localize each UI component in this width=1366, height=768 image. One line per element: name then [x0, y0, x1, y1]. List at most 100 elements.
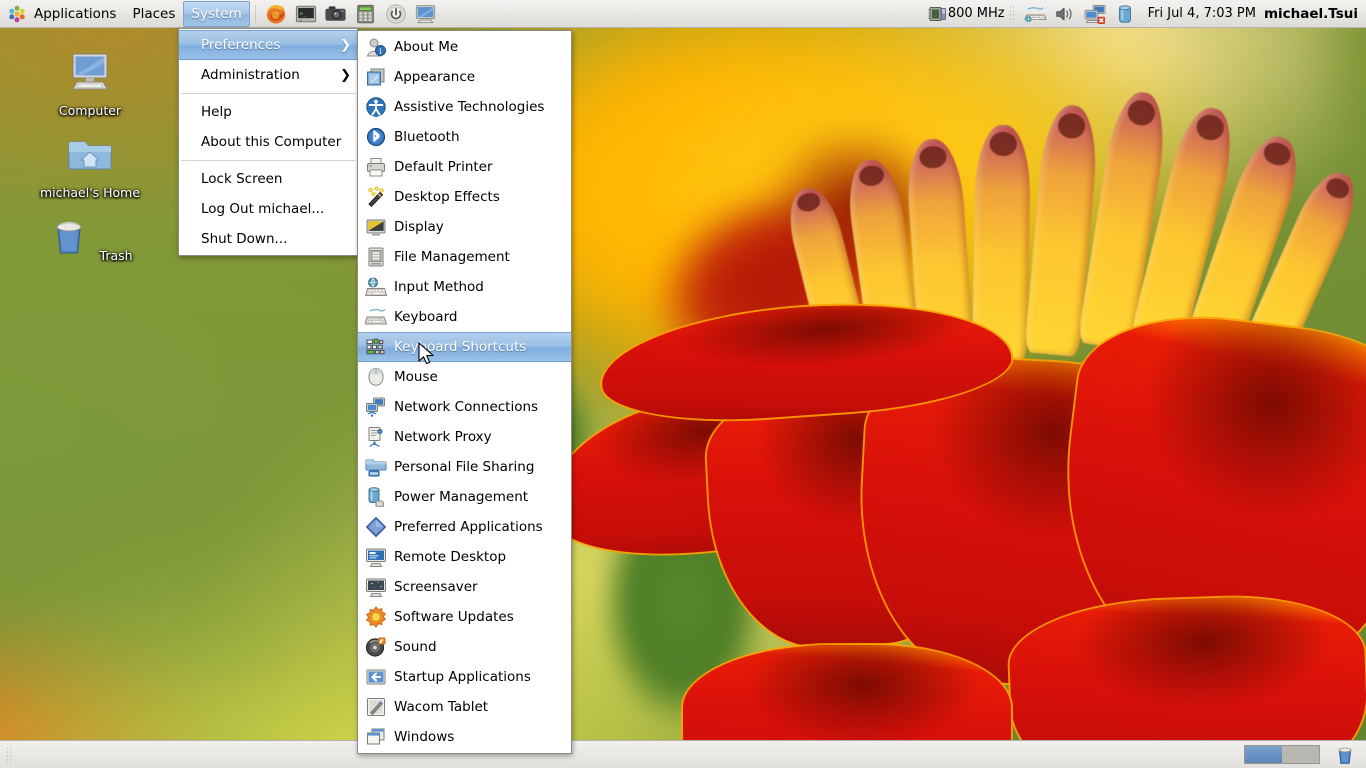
firefox-launcher[interactable] [261, 1, 291, 27]
prefs-item-label: Bluetooth [394, 129, 565, 145]
menu-item-about-this-computer[interactable]: About this Computer [179, 127, 357, 157]
display-icon [364, 215, 388, 239]
menu-item-log-out[interactable]: Log Out michael... [179, 194, 357, 224]
user-menu[interactable]: michael.Tsui [1264, 6, 1366, 22]
prefs-item-label: Network Connections [394, 399, 565, 415]
tray-grip[interactable] [1009, 5, 1016, 23]
menu-separator [181, 160, 355, 161]
screensaver-icon [364, 575, 388, 599]
power-icon [385, 3, 407, 25]
cpu-frequency-label[interactable]: 800 MHz [948, 6, 1005, 21]
cpu-frequency-icon [928, 5, 948, 23]
menu-item-label: Help [201, 104, 351, 120]
prefs-item-startup-applications[interactable]: Startup Applications [358, 662, 571, 692]
clock[interactable]: Fri Jul 4, 7:03 PM [1140, 6, 1264, 21]
prefs-item-display[interactable]: Display [358, 212, 571, 242]
mouse-icon [364, 365, 388, 389]
bottom-panel-grip[interactable] [6, 746, 13, 764]
menu-item-label: Lock Screen [201, 171, 351, 187]
volume-indicator[interactable] [1050, 1, 1080, 27]
menu-item-label: Preferences [201, 37, 330, 53]
desktop-screen: Computer michael's Home Trash [0, 0, 1366, 768]
prefs-item-sound[interactable]: Sound [358, 632, 571, 662]
menu-places[interactable]: Places [124, 1, 183, 27]
screenshot-launcher[interactable] [321, 1, 351, 27]
sound-icon [364, 635, 388, 659]
prefs-item-file-management[interactable]: File Management [358, 242, 571, 272]
prefs-item-power-management[interactable]: Power Management [358, 482, 571, 512]
applications-icon [8, 5, 26, 23]
prefs-item-network-proxy[interactable]: Network Proxy [358, 422, 571, 452]
menu-item-administration[interactable]: Administration ❯ [179, 60, 357, 90]
desktop-icon-trash[interactable]: Trash [35, 212, 145, 264]
system-menu[interactable]: Preferences ❯ Administration ❯ Help Abou… [178, 28, 358, 256]
prefs-item-label: About Me [394, 39, 565, 55]
prefs-item-label: Keyboard Shortcuts [394, 339, 565, 355]
prefs-item-assistive-technologies[interactable]: Assistive Technologies [358, 92, 571, 122]
speaker-icon [1054, 4, 1076, 24]
workspace-switcher[interactable] [1244, 745, 1320, 764]
battery-indicator[interactable] [1110, 1, 1140, 27]
prefs-item-label: Windows [394, 729, 565, 745]
windows-icon [364, 725, 388, 749]
prefs-item-remote-desktop[interactable]: Remote Desktop [358, 542, 571, 572]
prefs-item-software-updates[interactable]: Software Updates [358, 602, 571, 632]
workspace-1[interactable] [1245, 746, 1282, 763]
prefs-item-default-printer[interactable]: Default Printer [358, 152, 571, 182]
trash-icon [45, 212, 93, 260]
prefs-item-wacom-tablet[interactable]: Wacom Tablet [358, 692, 571, 722]
prefs-item-label: Power Management [394, 489, 565, 505]
menu-item-help[interactable]: Help [179, 97, 357, 127]
prefs-item-keyboard[interactable]: Keyboard [358, 302, 571, 332]
prefs-item-personal-file-sharing[interactable]: Personal File Sharing [358, 452, 571, 482]
menu-item-preferences[interactable]: Preferences ❯ [179, 30, 357, 60]
file-sharing-icon [364, 455, 388, 479]
prefs-item-label: Input Method [394, 279, 565, 295]
prefs-item-appearance[interactable]: Appearance [358, 62, 571, 92]
menu-system[interactable]: System [183, 1, 249, 27]
prefs-item-bluetooth[interactable]: Bluetooth [358, 122, 571, 152]
desktop-icon-computer[interactable]: Computer [35, 48, 145, 119]
desktop-icon-label: michael's Home [38, 185, 142, 200]
calculator-launcher[interactable] [351, 1, 381, 27]
display-launcher[interactable] [411, 1, 441, 27]
software-updates-icon [364, 605, 388, 629]
prefs-item-network-connections[interactable]: Network Connections [358, 392, 571, 422]
desktop-icon-label: Computer [57, 103, 123, 118]
prefs-item-desktop-effects[interactable]: Desktop Effects [358, 182, 571, 212]
prefs-item-label: Appearance [394, 69, 565, 85]
prefs-item-preferred-applications[interactable]: Preferred Applications [358, 512, 571, 542]
appearance-icon [364, 65, 388, 89]
menu-item-shut-down[interactable]: Shut Down... [179, 224, 357, 254]
desktop-icon-home[interactable]: michael's Home [35, 130, 145, 201]
calculator-icon [355, 3, 376, 25]
network-connections-icon [364, 395, 388, 419]
file-manager-icon [364, 245, 388, 269]
network-disconnected-icon [1083, 4, 1107, 24]
prefs-item-label: Software Updates [394, 609, 565, 625]
prefs-item-mouse[interactable]: Mouse [358, 362, 571, 392]
prefs-item-keyboard-shortcuts[interactable]: Keyboard Shortcuts [358, 332, 571, 362]
menu-applications[interactable]: Applications [26, 1, 124, 27]
input-method-indicator[interactable] [1020, 1, 1050, 27]
shutdown-launcher[interactable] [381, 1, 411, 27]
trash-applet[interactable] [1330, 742, 1360, 768]
terminal-launcher[interactable]: >_ [291, 1, 321, 27]
workspace-2[interactable] [1282, 746, 1319, 763]
menu-item-label: Log Out michael... [201, 201, 351, 217]
menu-item-label: About this Computer [201, 134, 351, 150]
about-me-icon: i [364, 35, 388, 59]
prefs-item-screensaver[interactable]: Screensaver [358, 572, 571, 602]
monitor-icon [414, 3, 437, 25]
menu-item-lock-screen[interactable]: Lock Screen [179, 164, 357, 194]
magic-wand-icon [364, 185, 388, 209]
bluetooth-icon [364, 125, 388, 149]
prefs-item-windows[interactable]: Windows [358, 722, 571, 752]
prefs-item-label: Preferred Applications [394, 519, 565, 535]
prefs-item-input-method[interactable]: Input Method [358, 272, 571, 302]
network-indicator[interactable] [1080, 1, 1110, 27]
prefs-item-about-me[interactable]: i About Me [358, 32, 571, 62]
preferences-submenu[interactable]: i About Me Appearance [357, 30, 572, 754]
prefs-item-label: File Management [394, 249, 565, 265]
printer-icon [364, 155, 388, 179]
